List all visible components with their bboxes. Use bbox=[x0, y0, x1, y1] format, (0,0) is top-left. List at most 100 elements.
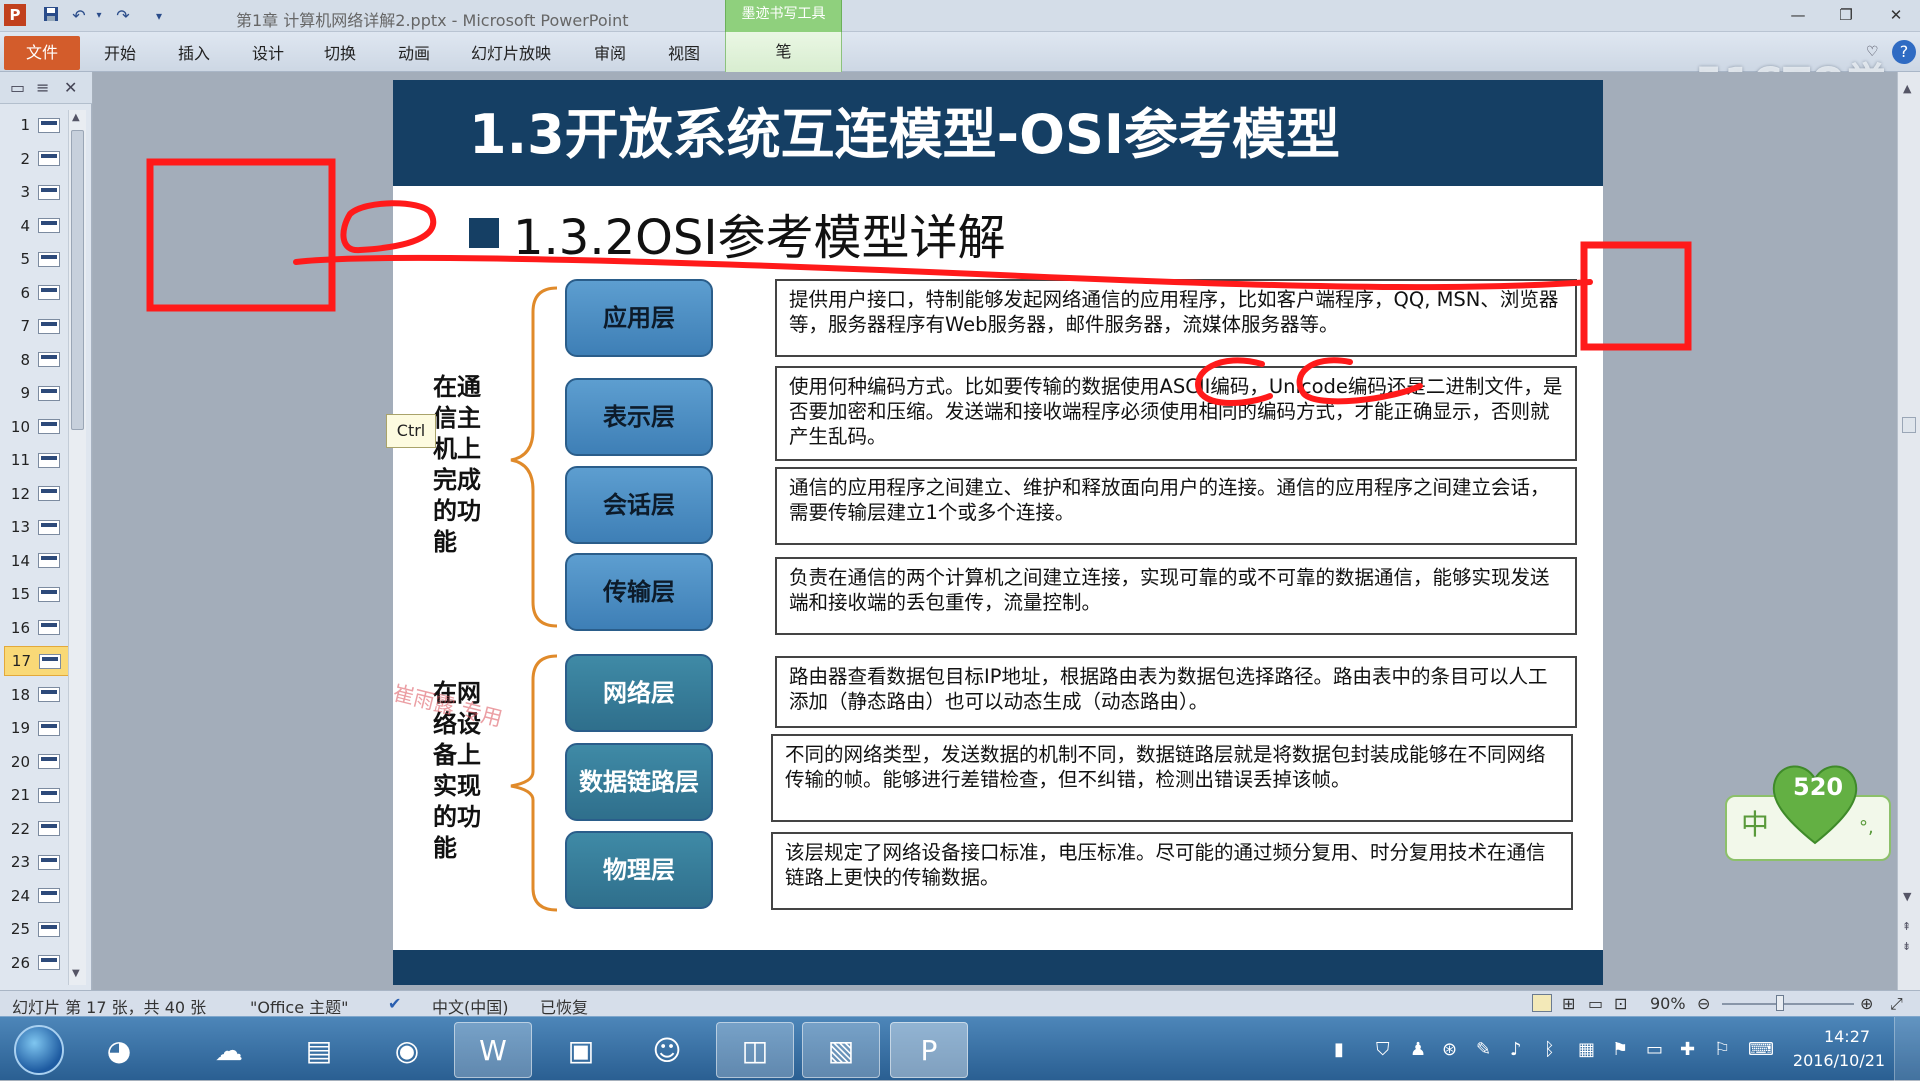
restore-button[interactable]: ❐ bbox=[1832, 4, 1860, 26]
tab-view[interactable]: 视图 bbox=[660, 40, 708, 68]
redo-icon[interactable]: ↷ bbox=[112, 5, 134, 27]
slide-thumbnail-image[interactable] bbox=[39, 653, 61, 669]
application-description[interactable]: 提供用户接口，特制能够发起网络通信的应用程序，比如客户端程序，QQ, MSN、浏… bbox=[775, 279, 1577, 357]
window-app-icon[interactable]: ◫ bbox=[716, 1022, 794, 1078]
slide-thumbnail-image[interactable] bbox=[38, 385, 60, 401]
slide-thumbnail-image[interactable] bbox=[38, 285, 60, 300]
tab-insert[interactable]: 插入 bbox=[170, 40, 218, 68]
previous-slide-icon[interactable]: ⇞ bbox=[1902, 920, 1911, 933]
slide-scrollbar[interactable]: ▲ ▼ ⇞ ⇟ bbox=[1897, 72, 1920, 990]
chrome-icon[interactable]: ◉ bbox=[368, 1022, 446, 1078]
network-description[interactable]: 路由器查看数据包目标IP地址，根据路由表为数据包选择路径。路由表中的条目可以人工… bbox=[775, 656, 1577, 728]
undo-icon[interactable]: ↶ bbox=[68, 5, 90, 27]
outline-tab-icon[interactable]: ≡ bbox=[36, 78, 49, 97]
slide-thumbnail-image[interactable] bbox=[38, 218, 60, 233]
customize-quick-access-icon[interactable]: ▾ bbox=[148, 5, 170, 27]
slide-thumbnail-image[interactable] bbox=[38, 620, 60, 635]
theme-name[interactable]: "Office 主题" bbox=[250, 994, 349, 1018]
language-indicator[interactable]: 中文(中国) bbox=[432, 994, 509, 1018]
powerpoint-taskbar-icon[interactable]: P bbox=[890, 1022, 968, 1078]
zoom-slider[interactable] bbox=[1722, 1003, 1854, 1005]
slide-thumbnail-image[interactable] bbox=[38, 184, 60, 200]
start-button[interactable] bbox=[14, 1025, 64, 1075]
layer-presentation[interactable]: 表示层 bbox=[565, 378, 713, 456]
slide-thumbnail-image[interactable] bbox=[38, 352, 60, 367]
slide[interactable]: 1.3开放系统互连模型-OSI参考模型 1.3.2OSI参考模型详解 在通信主机… bbox=[393, 80, 1603, 985]
tab-pen[interactable]: 笔 bbox=[725, 32, 842, 72]
fit-to-window-icon[interactable]: ⤢ bbox=[1890, 994, 1903, 1014]
save-icon[interactable] bbox=[40, 5, 62, 27]
close-button[interactable]: ✕ bbox=[1882, 4, 1910, 26]
slide-thumbnail-image[interactable] bbox=[38, 151, 60, 166]
zoom-slider-thumb[interactable] bbox=[1776, 995, 1784, 1011]
slide-thumbnail-image[interactable] bbox=[38, 854, 60, 870]
transport-description[interactable]: 负责在通信的两个计算机之间建立连接，实现可靠的或不可靠的数据通信，能够实现发送端… bbox=[775, 557, 1577, 635]
slide-thumbnail-image[interactable] bbox=[38, 955, 60, 970]
scrollbar-thumb[interactable] bbox=[71, 130, 84, 430]
slideshow-view-icon[interactable]: ⊡ bbox=[1614, 994, 1627, 1013]
layer-network[interactable]: 网络层 bbox=[565, 654, 713, 732]
zoom-in-icon[interactable]: ⊕ bbox=[1860, 994, 1873, 1013]
word-icon[interactable]: W bbox=[454, 1022, 532, 1078]
collapse-ribbon-icon[interactable]: ♡ bbox=[1866, 44, 1879, 60]
monitor-icon[interactable]: ▭ bbox=[1646, 1039, 1663, 1060]
tab-home[interactable]: 开始 bbox=[96, 40, 144, 68]
slide-thumbnail-image[interactable] bbox=[38, 586, 60, 602]
slide-thumbnail-image[interactable] bbox=[38, 821, 60, 836]
layer-transport[interactable]: 传输层 bbox=[565, 553, 713, 631]
ime-status-widget[interactable]: 中 °, 520 bbox=[1725, 755, 1891, 863]
slide-thumbnail-image[interactable] bbox=[38, 117, 60, 133]
slide-thumbnail-image[interactable] bbox=[38, 687, 60, 702]
media-app-icon[interactable]: ◕ bbox=[80, 1022, 158, 1078]
layer-data-link[interactable]: 数据链路层 bbox=[565, 743, 713, 821]
battery-icon[interactable]: ▮ bbox=[1334, 1039, 1344, 1060]
scroll-down-icon[interactable]: ▼ bbox=[1903, 890, 1911, 903]
network-app-icon[interactable]: ▣ bbox=[542, 1022, 620, 1078]
presentation-description[interactable]: 使用何种编码方式。比如要传输的数据使用ASCII编码，Unicode编码还是二进… bbox=[775, 366, 1577, 461]
undo-dropdown-icon[interactable]: ▾ bbox=[88, 5, 110, 27]
slide-thumbnail-image[interactable] bbox=[38, 419, 60, 434]
layer-session[interactable]: 会话层 bbox=[565, 466, 713, 544]
scroll-up-icon[interactable]: ▲ bbox=[72, 112, 80, 123]
close-panel-icon[interactable]: ✕ bbox=[64, 78, 77, 97]
scroll-up-icon[interactable]: ▲ bbox=[1903, 82, 1911, 95]
minimize-button[interactable]: — bbox=[1784, 4, 1812, 26]
scroll-down-icon[interactable]: ▼ bbox=[72, 968, 80, 979]
slide-thumbnail-image[interactable] bbox=[38, 888, 60, 903]
next-slide-icon[interactable]: ⇟ bbox=[1902, 940, 1911, 953]
clock-date[interactable]: 2016/10/21 bbox=[1784, 1051, 1894, 1070]
tab-design[interactable]: 设计 bbox=[244, 40, 292, 68]
tab-slideshow[interactable]: 幻灯片放映 bbox=[462, 40, 560, 68]
action-center-icon[interactable]: ⚐ bbox=[1714, 1039, 1730, 1060]
scrollbar-thumb[interactable] bbox=[1902, 417, 1916, 433]
slide-thumbnail-image[interactable] bbox=[38, 519, 60, 535]
security-shield-icon[interactable]: ⛉ bbox=[1376, 1039, 1390, 1060]
slide-sorter-icon[interactable]: ⊞ bbox=[1562, 994, 1575, 1013]
layer-physical[interactable]: 物理层 bbox=[565, 831, 713, 909]
physical-description[interactable]: 该层规定了网络设备接口标准，电压标准。尽可能的通过频分复用、时分复用技术在通信链… bbox=[771, 832, 1573, 910]
tab-review[interactable]: 审阅 bbox=[586, 40, 634, 68]
notes-app-icon[interactable]: ▧ bbox=[802, 1022, 880, 1078]
keyboard-icon[interactable]: ⌨ bbox=[1748, 1039, 1774, 1060]
session-description[interactable]: 通信的应用程序之间建立、维护和释放面向用户的连接。通信的应用程序之间建立会话，需… bbox=[775, 467, 1577, 545]
device-icon[interactable]: ▦ bbox=[1578, 1039, 1595, 1060]
slide-thumbnail-image[interactable] bbox=[38, 486, 60, 501]
slide-thumbnail-image[interactable] bbox=[38, 553, 60, 568]
slide-thumbnail-image[interactable] bbox=[38, 720, 60, 736]
explorer-icon[interactable]: ▤ bbox=[280, 1022, 358, 1078]
add-icon[interactable]: ✚ bbox=[1680, 1039, 1695, 1060]
tab-transitions[interactable]: 切换 bbox=[316, 40, 364, 68]
spell-check-icon[interactable]: ✔ bbox=[388, 994, 401, 1013]
powerpoint-app-icon[interactable]: P bbox=[4, 4, 26, 26]
reading-view-icon[interactable]: ▭ bbox=[1588, 994, 1603, 1013]
flag-icon[interactable]: ⚑ bbox=[1612, 1039, 1628, 1060]
network-status-icon[interactable]: ⊛ bbox=[1442, 1039, 1457, 1060]
ime-mode-label[interactable]: 中 bbox=[1741, 803, 1769, 843]
slide-thumbnail-image[interactable] bbox=[38, 754, 60, 769]
slides-tab-icon[interactable]: ▭ bbox=[10, 78, 25, 97]
zoom-out-icon[interactable]: ⊖ bbox=[1697, 994, 1710, 1013]
volume-icon[interactable]: ♪ bbox=[1510, 1039, 1522, 1060]
pen-tray-icon[interactable]: ✎ bbox=[1476, 1039, 1491, 1060]
tray-app-icon[interactable]: ♟ bbox=[1410, 1039, 1426, 1060]
slide-thumbnail-image[interactable] bbox=[38, 452, 60, 468]
